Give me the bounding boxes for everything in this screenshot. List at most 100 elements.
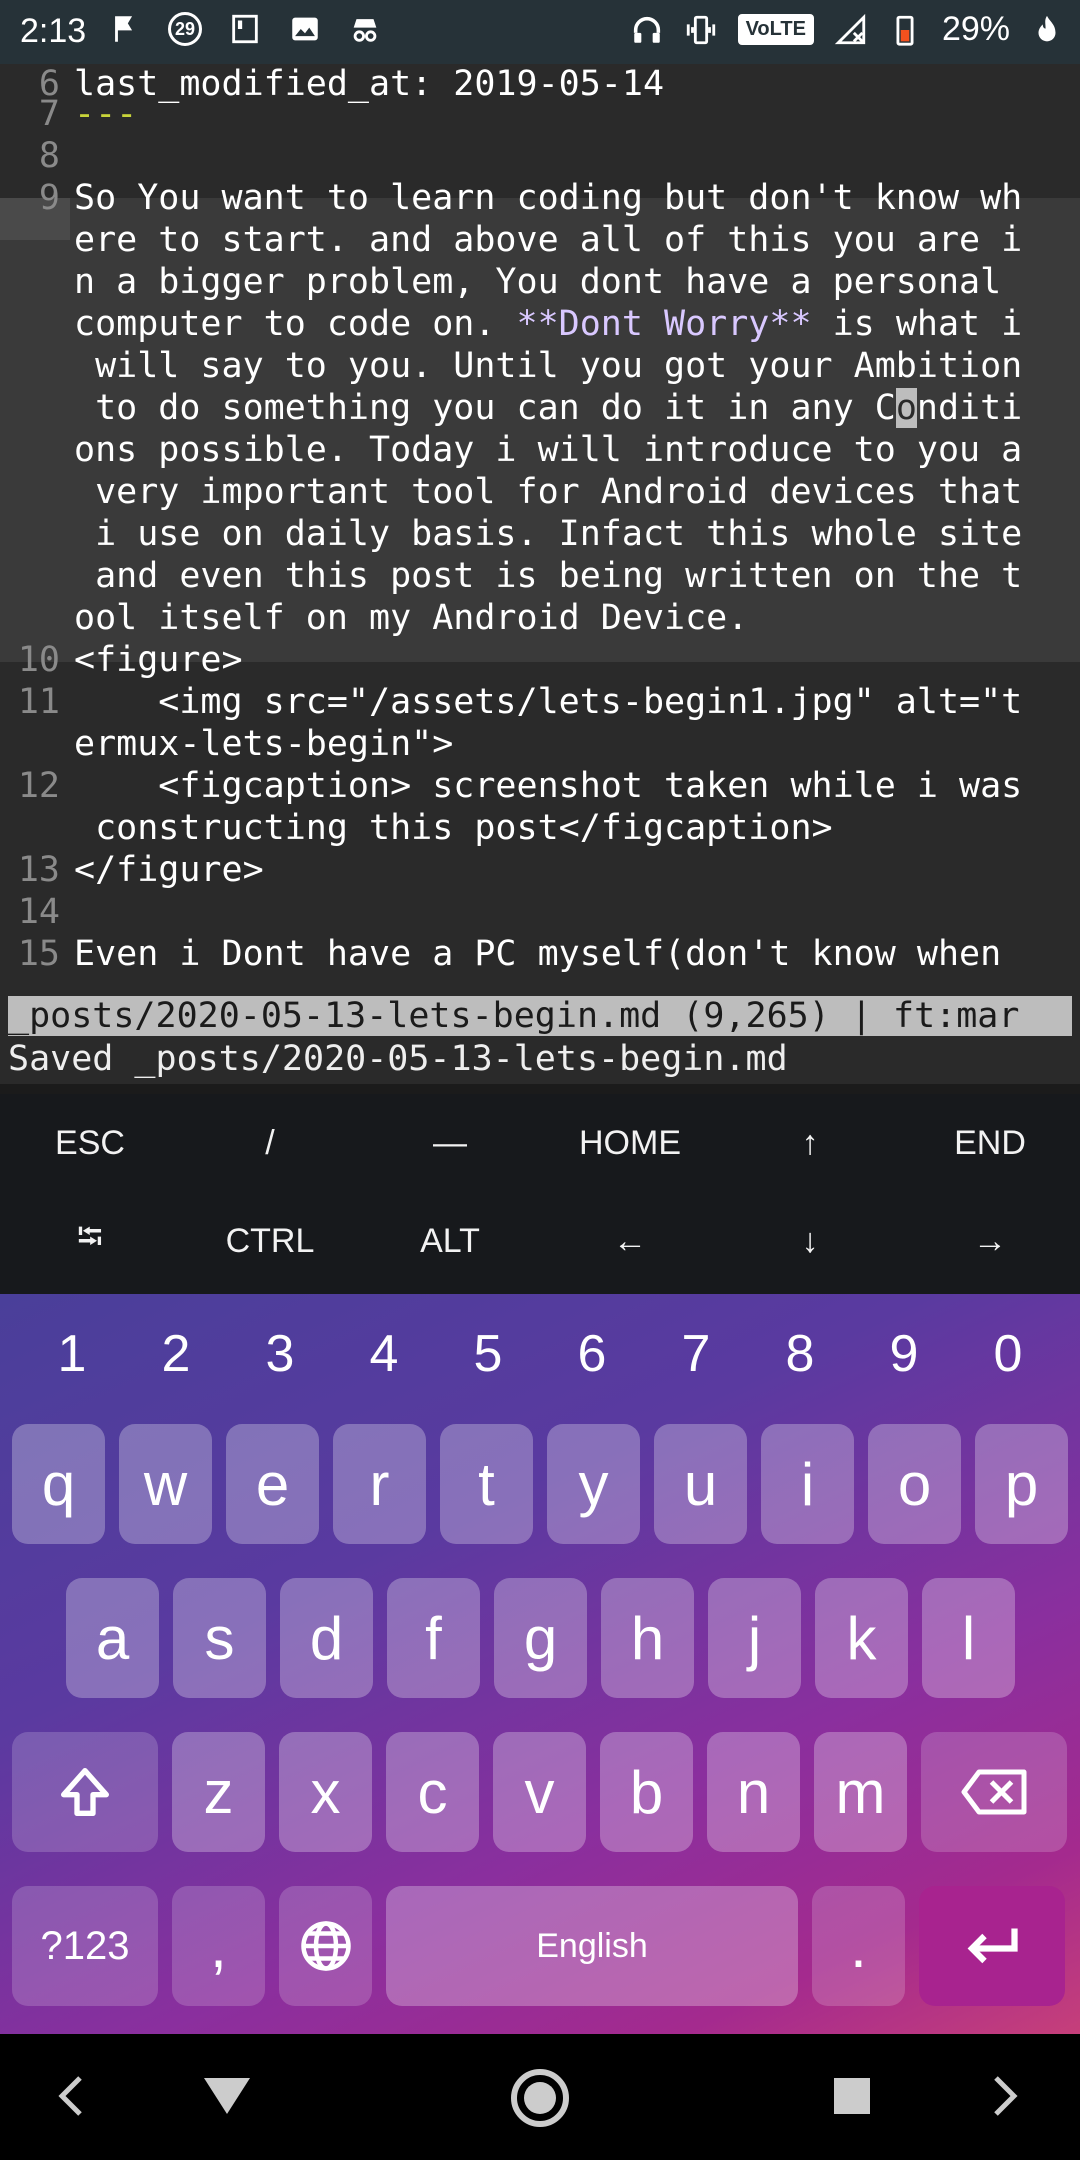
- nav-back-button[interactable]: [200, 2074, 254, 2118]
- editor-line[interactable]: 13 </figure>: [0, 850, 1080, 892]
- key-5[interactable]: 5: [438, 1324, 538, 1384]
- editor-line[interactable]: ere to start. and above all of this you …: [0, 220, 1080, 262]
- document-icon: [232, 14, 258, 44]
- key-q[interactable]: q: [12, 1424, 105, 1544]
- space-bar[interactable]: English: [386, 1886, 798, 2006]
- dash-key[interactable]: —: [360, 1094, 540, 1192]
- period-key[interactable]: .: [812, 1886, 905, 2006]
- key-v[interactable]: v: [493, 1732, 586, 1852]
- badge-29-icon: 29: [168, 12, 202, 46]
- editor-line[interactable]: computer to code on. **Dont Worry** is w…: [0, 304, 1080, 346]
- editor-line[interactable]: ons possible. Today i will introduce to …: [0, 430, 1080, 472]
- key-3[interactable]: 3: [230, 1324, 330, 1384]
- nav-recents-button[interactable]: [830, 2074, 874, 2118]
- tab-key[interactable]: ⭾: [0, 1192, 180, 1290]
- key-4[interactable]: 4: [334, 1324, 434, 1384]
- nav-prev-button[interactable]: [56, 2074, 86, 2118]
- key-i[interactable]: i: [761, 1424, 854, 1544]
- key-x[interactable]: x: [279, 1732, 372, 1852]
- ctrl-key[interactable]: CTRL: [180, 1192, 360, 1290]
- clock: 2:13: [20, 12, 87, 50]
- key-w[interactable]: w: [119, 1424, 212, 1544]
- key-6[interactable]: 6: [542, 1324, 642, 1384]
- key-7[interactable]: 7: [646, 1324, 746, 1384]
- enter-icon: [967, 1928, 1018, 1964]
- editor-line[interactable]: 12 <figcaption> screenshot taken while i…: [0, 766, 1080, 808]
- slash-key[interactable]: /: [180, 1094, 360, 1192]
- notification-flag-icon: [115, 16, 133, 42]
- triangle-down-icon: [204, 2078, 250, 2114]
- key-d[interactable]: d: [280, 1578, 373, 1698]
- editor-line[interactable]: 10 <figure>: [0, 640, 1080, 682]
- language-key[interactable]: [279, 1886, 372, 2006]
- editor-line[interactable]: 7 ---: [0, 94, 1080, 136]
- arrow-left-key[interactable]: ←: [540, 1192, 720, 1290]
- signal-icon: [834, 13, 866, 44]
- shift-key[interactable]: [12, 1732, 158, 1852]
- key-0[interactable]: 0: [958, 1324, 1058, 1384]
- editor-line[interactable]: 15 Even i Dont have a PC myself(don't kno…: [0, 934, 1080, 976]
- incognito-icon: [353, 19, 377, 42]
- key-l[interactable]: l: [922, 1578, 1015, 1698]
- key-e[interactable]: e: [226, 1424, 319, 1544]
- arrow-right-key[interactable]: →: [900, 1192, 1080, 1290]
- editor-line[interactable]: constructing this post</figcaption>: [0, 808, 1080, 850]
- key-k[interactable]: k: [815, 1578, 908, 1698]
- key-b[interactable]: b: [600, 1732, 693, 1852]
- comma-key[interactable]: ,: [172, 1886, 265, 2006]
- editor-line[interactable]: i use on daily basis. Infact this whole …: [0, 514, 1080, 556]
- editor-line[interactable]: n a bigger problem, You dont have a pers…: [0, 262, 1080, 304]
- key-r[interactable]: r: [333, 1424, 426, 1544]
- key-g[interactable]: g: [494, 1578, 587, 1698]
- editor-line[interactable]: 11 <img src="/assets/lets-begin1.jpg" al…: [0, 682, 1080, 724]
- key-h[interactable]: h: [601, 1578, 694, 1698]
- nav-next-button[interactable]: [990, 2074, 1020, 2118]
- editor-line[interactable]: 14: [0, 892, 1080, 934]
- soft-keyboard: 1 2 3 4 5 6 7 8 9 0 q w e r t y u i o p …: [0, 1294, 1080, 2034]
- editor-status-line: _posts/2020-05-13-lets-begin.md (9,265) …: [8, 996, 1072, 1036]
- key-m[interactable]: m: [814, 1732, 907, 1852]
- key-j[interactable]: j: [708, 1578, 801, 1698]
- key-z[interactable]: z: [172, 1732, 265, 1852]
- editor-line[interactable]: will say to you. Until you got your Ambi…: [0, 346, 1080, 388]
- key-f[interactable]: f: [387, 1578, 480, 1698]
- editor-message-line: Saved _posts/2020-05-13-lets-begin.md: [8, 1039, 788, 1079]
- key-2[interactable]: 2: [126, 1324, 226, 1384]
- arrow-up-key[interactable]: ↑: [720, 1094, 900, 1192]
- backspace-key[interactable]: [921, 1732, 1067, 1852]
- bold-markdown: **Dont Worry**: [516, 304, 812, 344]
- vibrate-icon: [686, 15, 715, 44]
- key-p[interactable]: p: [975, 1424, 1068, 1544]
- text-editor[interactable]: 6 last_modified_at: 2019-05-14 7 --- 8 9 So…: [0, 64, 1080, 1084]
- image-icon: [292, 17, 318, 41]
- key-8[interactable]: 8: [750, 1324, 850, 1384]
- alt-key[interactable]: ALT: [360, 1192, 540, 1290]
- battery-icon: [896, 15, 914, 46]
- key-u[interactable]: u: [654, 1424, 747, 1544]
- home-key[interactable]: HOME: [540, 1094, 720, 1192]
- esc-key[interactable]: ESC: [0, 1094, 180, 1192]
- editor-line[interactable]: ool itself on my Android Device.: [0, 598, 1080, 640]
- key-n[interactable]: n: [707, 1732, 800, 1852]
- status-bar: 2:13 29 VoLTE 29%: [0, 0, 1080, 64]
- arrow-down-key[interactable]: ↓: [720, 1192, 900, 1290]
- editor-line[interactable]: ermux-lets-begin">: [0, 724, 1080, 766]
- nav-home-button[interactable]: [508, 2066, 572, 2130]
- shift-icon: [61, 1768, 109, 1816]
- key-t[interactable]: t: [440, 1424, 533, 1544]
- key-c[interactable]: c: [386, 1732, 479, 1852]
- key-s[interactable]: s: [173, 1578, 266, 1698]
- editor-line[interactable]: 8: [0, 136, 1080, 178]
- key-1[interactable]: 1: [22, 1324, 122, 1384]
- key-9[interactable]: 9: [854, 1324, 954, 1384]
- editor-line[interactable]: and even this post is being written on t…: [0, 556, 1080, 598]
- key-y[interactable]: y: [547, 1424, 640, 1544]
- editor-line[interactable]: 9 So You want to learn coding but don't k…: [0, 178, 1080, 220]
- end-key[interactable]: END: [900, 1094, 1080, 1192]
- key-o[interactable]: o: [868, 1424, 961, 1544]
- key-a[interactable]: a: [66, 1578, 159, 1698]
- editor-line[interactable]: to do something you can do it in any Con…: [0, 388, 1080, 430]
- enter-key[interactable]: [919, 1886, 1065, 2006]
- editor-line[interactable]: very important tool for Android devices …: [0, 472, 1080, 514]
- symbols-key[interactable]: ?123: [12, 1886, 158, 2006]
